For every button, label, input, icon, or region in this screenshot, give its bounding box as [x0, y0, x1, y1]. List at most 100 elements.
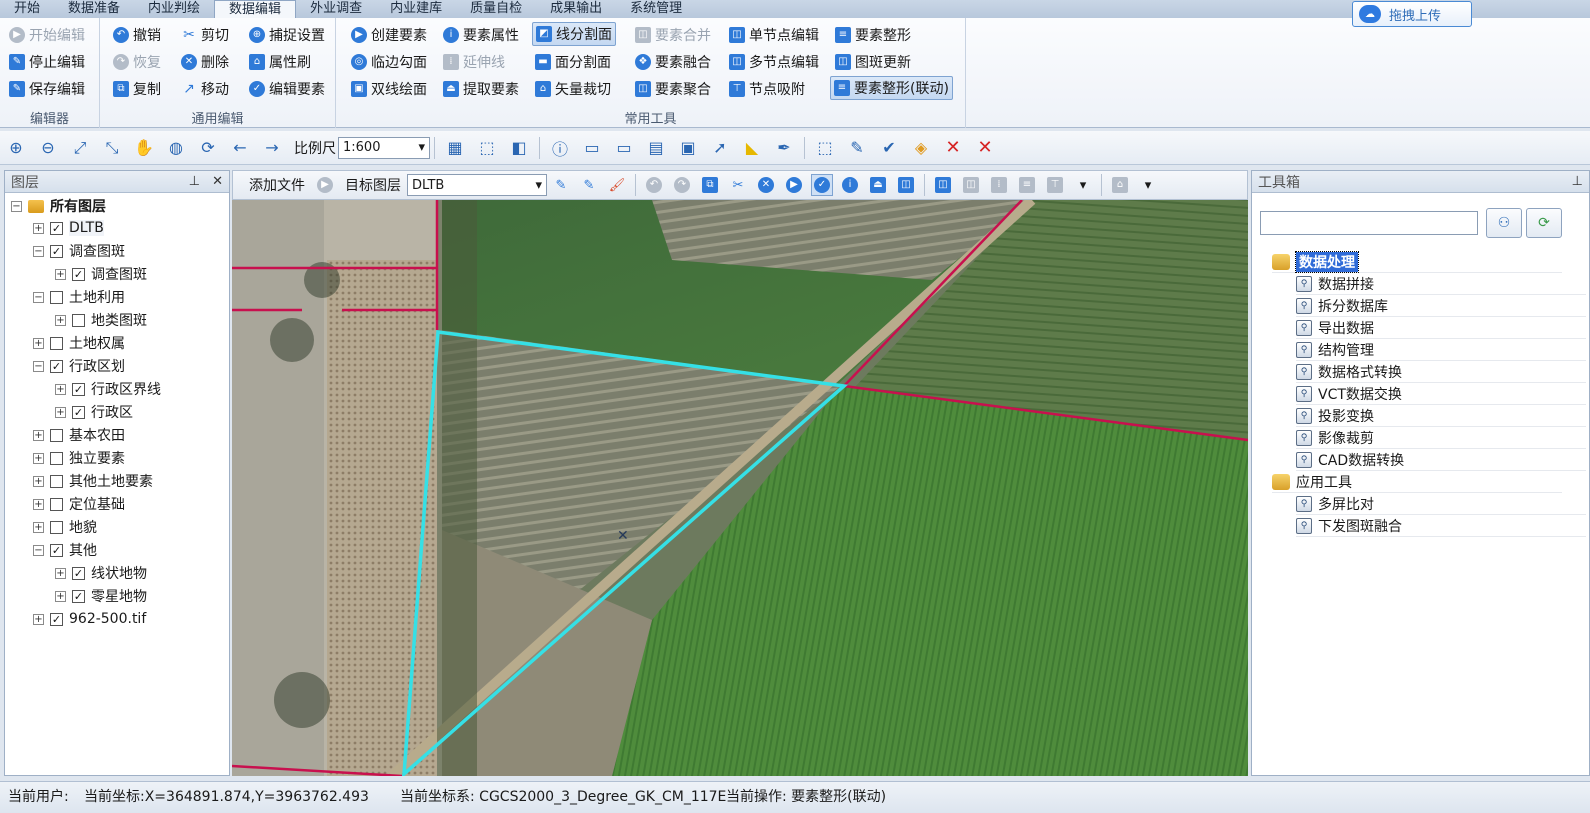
toolbox-tool-item[interactable]: ⚲ 数据拼接 — [1296, 273, 1586, 295]
multi-node-edit-button[interactable]: ◫ 多节点编辑 — [726, 50, 822, 74]
expand-icon[interactable]: + — [33, 521, 44, 533]
select-feature-icon[interactable]: ⬚ — [475, 136, 499, 160]
extract-icon[interactable]: ⏏ — [867, 174, 889, 196]
attribute-brush-button[interactable]: ⌂ 属性刷 — [246, 50, 314, 74]
toolbox-tool-item[interactable]: ⚲ VCT数据交换 — [1296, 383, 1586, 405]
expand-icon[interactable]: + — [33, 452, 44, 464]
layer-visibility-checkbox[interactable]: ✓ — [72, 566, 85, 580]
layer-check-icon[interactable]: ▦ — [443, 136, 467, 160]
single-node-edit-button[interactable]: ◫ 单节点编辑 — [726, 23, 822, 47]
layer-visibility-checkbox[interactable]: ✓ — [50, 244, 63, 258]
layer-item[interactable]: + 其他土地要素 — [33, 470, 153, 492]
aggregate-feature-button[interactable]: ◫ 要素聚合 — [632, 77, 714, 101]
zoom-in-icon[interactable]: ⊕ — [4, 136, 28, 160]
scale-select[interactable]: 1:600 ▾ — [338, 136, 430, 159]
pointer-icon[interactable]: ➚ — [708, 136, 732, 160]
node-multi-icon[interactable]: ◫ — [960, 174, 982, 196]
collapse-icon[interactable]: − — [33, 360, 44, 372]
layer-item[interactable]: + ✓ 962-500.tif — [33, 608, 146, 630]
tab-quality-check[interactable]: 质量自检 — [456, 0, 536, 18]
redo-icon[interactable]: ↷ — [671, 174, 693, 196]
draw-line-icon[interactable]: ✎ — [550, 174, 572, 196]
info-icon[interactable]: ⓘ — [548, 136, 572, 160]
feature-attribute-button[interactable]: i 要素属性 — [440, 23, 522, 47]
extend-icon[interactable]: ⁞ — [988, 174, 1010, 196]
full-extent-icon[interactable]: ⤢ — [68, 136, 92, 160]
expand-icon[interactable]: + — [33, 613, 44, 625]
expand-icon[interactable]: + — [33, 429, 44, 441]
layer-item[interactable]: − ✓ 调查图斑 — [33, 240, 125, 262]
monitor-select-icon[interactable]: ▣ — [676, 136, 700, 160]
back-arrow-icon[interactable]: ← — [228, 136, 252, 160]
collapse-icon[interactable]: − — [33, 291, 44, 303]
expand-icon[interactable]: + — [55, 406, 66, 418]
redo-button[interactable]: ↷ 恢复 — [110, 50, 164, 74]
play-icon[interactable]: ▶ — [783, 174, 805, 196]
pin-icon[interactable]: ⊥ — [1572, 174, 1583, 189]
expand-icon[interactable]: + — [33, 222, 44, 234]
layer-item[interactable]: − 土地利用 — [33, 286, 125, 308]
layer-item[interactable]: + 定位基础 — [33, 493, 125, 515]
tab-database[interactable]: 内业建库 — [376, 0, 456, 18]
expand-icon[interactable]: + — [55, 314, 66, 326]
identify-icon[interactable]: ▭ — [580, 136, 604, 160]
cut-button[interactable]: ✂ 剪切 — [178, 23, 232, 47]
layer-visibility-checkbox[interactable]: ✓ — [72, 589, 85, 603]
layer-visibility-checkbox[interactable]: ✓ — [50, 612, 63, 626]
node-edit-icon[interactable]: ◫ — [932, 174, 954, 196]
expand-icon[interactable]: + — [33, 475, 44, 487]
shrink-extent-icon[interactable]: ⤡ — [100, 136, 124, 160]
expand-icon[interactable]: + — [33, 498, 44, 510]
layer-visibility-checkbox[interactable] — [50, 497, 63, 511]
layer-item[interactable]: + ✓ 行政区界线 — [55, 378, 161, 400]
aerial-map[interactable]: ✕ — [232, 200, 1248, 776]
attribute-icon[interactable]: i — [839, 174, 861, 196]
extract-feature-button[interactable]: ⏏ 提取要素 — [440, 77, 522, 101]
node-icon[interactable]: ◫ — [895, 174, 917, 196]
toolbox-category[interactable]: 应用工具 — [1272, 471, 1562, 493]
highlight-icon[interactable]: ◣ — [740, 136, 764, 160]
table-icon[interactable]: ▤ — [644, 136, 668, 160]
layer-item[interactable]: + ✓ 行政区 — [55, 401, 133, 423]
delete-button[interactable]: ✕ 删除 — [178, 50, 232, 74]
layer-item[interactable]: + 地貌 — [33, 516, 97, 538]
sketch-icon[interactable]: ✎ — [845, 136, 869, 160]
reshape-linked-button[interactable]: ≡ 要素整形(联动) — [830, 76, 953, 100]
reshape-icon[interactable]: ≡ — [1016, 174, 1038, 196]
refresh-icon[interactable]: ⟳ — [196, 136, 220, 160]
toolbox-tool-item[interactable]: ⚲ 多屏比对 — [1296, 493, 1586, 515]
layer-visibility-checkbox[interactable] — [50, 474, 63, 488]
patch-update-button[interactable]: ◫ 图斑更新 — [832, 50, 914, 74]
collapse-icon[interactable]: − — [33, 245, 44, 257]
toolbox-tool-item[interactable]: ⚲ 下发图斑融合 — [1296, 515, 1586, 537]
pin-icon[interactable]: ✒ — [772, 136, 796, 160]
edit-select-icon[interactable]: ⬚ — [813, 136, 837, 160]
tab-data-prep[interactable]: 数据准备 — [54, 0, 134, 18]
layer-visibility-checkbox[interactable] — [50, 428, 63, 442]
layer-item[interactable]: + 独立要素 — [33, 447, 125, 469]
chevron-down-icon[interactable]: ▾ — [1137, 174, 1159, 196]
expand-icon[interactable]: + — [55, 268, 66, 280]
create-feature-button[interactable]: ▶ 创建要素 — [348, 23, 430, 47]
vector-clip-button[interactable]: ⌂ 矢量裁切 — [532, 77, 614, 101]
snap-node-icon[interactable]: ⊤ — [1044, 174, 1066, 196]
reshape-feature-button[interactable]: ≡ 要素整形 — [832, 23, 914, 47]
tab-interpretation[interactable]: 内业判绘 — [134, 0, 214, 18]
layer-item[interactable]: + ✓ DLTB — [33, 217, 104, 239]
toolbox-tool-item[interactable]: ⚲ 拆分数据库 — [1296, 295, 1586, 317]
target-layer-select[interactable]: DLTB ▾ — [407, 174, 547, 196]
expand-icon[interactable]: + — [55, 383, 66, 395]
refresh-toolbox-button[interactable]: ⟳ — [1526, 208, 1562, 238]
toolbox-tool-item[interactable]: ⚲ 数据格式转换 — [1296, 361, 1586, 383]
layer-item[interactable]: + 基本农田 — [33, 424, 125, 446]
node-snap-button[interactable]: ⊤ 节点吸附 — [726, 77, 808, 101]
sketch-finish-icon[interactable]: ✔ — [877, 136, 901, 160]
extend-line-button[interactable]: ⁞ 延伸线 — [440, 50, 508, 74]
line-split-polygon-button[interactable]: ◩ 线分割面 — [532, 22, 616, 46]
delete-icon[interactable]: ✕ — [755, 174, 777, 196]
draw-point-icon[interactable]: ✎ — [578, 174, 600, 196]
save-edit-button[interactable]: ✎ 保存编辑 — [6, 77, 88, 101]
toolbox-tool-item[interactable]: ⚲ CAD数据转换 — [1296, 449, 1586, 471]
add-file-button[interactable]: 添加文件 — [249, 175, 305, 195]
close-icon[interactable]: ✕ — [212, 174, 223, 189]
